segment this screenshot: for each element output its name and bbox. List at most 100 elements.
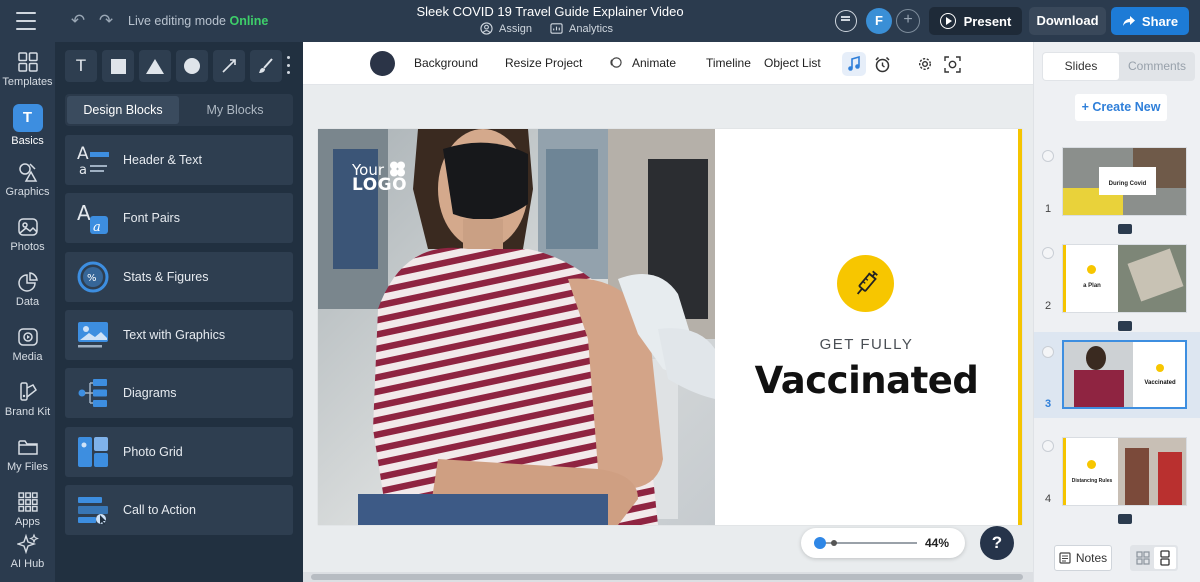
create-new-slide-button[interactable]: + Create New [1075, 94, 1167, 121]
block-label: Text with Graphics [123, 328, 226, 342]
rail-item-basics[interactable]: T Basics [0, 100, 55, 155]
block-text-with-graphics[interactable]: Text with Graphics [65, 310, 293, 360]
header-text-icon: Aa [77, 144, 109, 176]
svg-text:A: A [77, 202, 91, 225]
block-label: Font Pairs [123, 211, 180, 225]
download-button[interactable]: Download [1029, 7, 1106, 35]
alarm-clock-icon[interactable] [870, 52, 894, 76]
object-list-button[interactable]: Object List [764, 56, 821, 70]
stats-figures-icon: % [77, 261, 109, 293]
placeholder-logo[interactable]: Your LOGO [352, 161, 407, 194]
tab-comments[interactable]: Comments [1119, 53, 1195, 80]
block-label: Stats & Figures [123, 270, 209, 284]
slide-thumbnail-1[interactable]: During Covid [1062, 147, 1187, 216]
rail-label: Basics [11, 135, 44, 147]
brush-tool-icon[interactable] [250, 50, 282, 82]
current-slide[interactable]: Your LOGO GET FULLY Vaccinated [318, 129, 1022, 525]
tab-design-blocks[interactable]: Design Blocks [67, 96, 179, 124]
present-button[interactable]: Present [929, 7, 1022, 35]
rail-item-my-files[interactable]: My Files [0, 430, 55, 485]
text-with-graphics-icon [78, 322, 108, 348]
triangle-tool-icon[interactable] [139, 50, 171, 82]
rail-label: My Files [7, 461, 48, 473]
block-call-to-action[interactable]: Call to Action [65, 485, 293, 535]
notes-icon [1059, 552, 1071, 564]
rail-item-media[interactable]: Media [0, 320, 55, 375]
syringe-badge[interactable] [837, 255, 894, 312]
music-note-icon[interactable] [842, 52, 866, 76]
assign-user-icon [480, 22, 493, 35]
slide-thumbnail-3[interactable]: Vaccinated [1062, 340, 1187, 409]
animate-button[interactable]: Animate [632, 56, 676, 70]
share-button[interactable]: Share [1111, 7, 1189, 35]
chat-icon[interactable] [835, 10, 857, 32]
resize-project-button[interactable]: Resize Project [505, 56, 582, 70]
analytics-button[interactable]: Analytics [550, 22, 613, 35]
thumb-select-circle[interactable] [1042, 247, 1054, 259]
block-font-pairs[interactable]: Aa Font Pairs [65, 193, 293, 243]
font-pairs-icon: Aa [77, 202, 108, 234]
slide-heading[interactable]: Vaccinated [715, 359, 1018, 402]
photos-icon [17, 218, 38, 236]
background-color-swatch[interactable] [370, 51, 395, 76]
slide-number: 1 [1045, 203, 1052, 215]
project-title[interactable]: Sleek COVID 19 Travel Guide Explainer Vi… [360, 4, 740, 19]
top-bar: ↶ ↷ Live editing mode Online Sleek COVID… [0, 0, 1200, 42]
grid-view-icon[interactable] [1132, 547, 1154, 569]
settings-gear-icon[interactable] [913, 52, 937, 76]
rail-item-graphics[interactable]: Graphics [0, 155, 55, 210]
rail-item-ai-hub[interactable]: AI Hub [0, 527, 55, 582]
scrollbar-thumb[interactable] [311, 574, 1023, 580]
zoom-slider-handle[interactable] [814, 537, 826, 549]
slide-thumb-row-selected[interactable]: Vaccinated 3 [1034, 332, 1200, 418]
line-tool-icon[interactable] [213, 50, 245, 82]
rail-item-photos[interactable]: Photos [0, 210, 55, 265]
thumb-select-circle[interactable] [1042, 150, 1054, 162]
svg-text:a: a [93, 220, 101, 234]
block-stats-figures[interactable]: % Stats & Figures [65, 252, 293, 302]
rail-item-data[interactable]: Data [0, 265, 55, 320]
thumb-select-circle[interactable] [1042, 346, 1054, 358]
tab-my-blocks[interactable]: My Blocks [179, 96, 291, 124]
help-button[interactable]: ? [980, 526, 1014, 560]
undo-icon[interactable]: ↶ [68, 11, 88, 31]
tab-slides[interactable]: Slides [1043, 53, 1119, 80]
photo-grid-icon [78, 437, 108, 467]
apps-grid-icon [17, 492, 38, 512]
notes-button[interactable]: Notes [1054, 545, 1112, 571]
slide-subheading[interactable]: GET FULLY [715, 336, 1018, 353]
block-diagrams[interactable]: Diagrams [65, 368, 293, 418]
rail-item-brand-kit[interactable]: Brand Kit [0, 375, 55, 430]
present-label: Present [963, 13, 1012, 29]
transition-icon[interactable] [1118, 321, 1132, 331]
svg-text:%: % [87, 273, 97, 284]
user-avatar[interactable]: F [866, 8, 892, 34]
transition-icon[interactable] [1118, 514, 1132, 524]
transition-icon[interactable] [1118, 224, 1132, 234]
timeline-button[interactable]: Timeline [706, 56, 751, 70]
zoom-value[interactable]: 44% [925, 536, 949, 550]
rail-item-templates[interactable]: Templates [0, 45, 55, 100]
slides-panel-tabs: Slides Comments [1042, 52, 1195, 81]
block-photo-grid[interactable]: Photo Grid [65, 427, 293, 477]
slide-thumb-row[interactable]: During Covid 1 [1034, 146, 1200, 234]
add-collaborator-icon[interactable]: + [896, 9, 920, 33]
more-tools-icon[interactable] [287, 56, 291, 74]
slide-thumb-row[interactable]: Distancing Rules 4 [1034, 436, 1200, 524]
circle-tool-icon[interactable] [176, 50, 208, 82]
slide-thumbnail-4[interactable]: Distancing Rules [1062, 437, 1187, 506]
horizontal-scrollbar[interactable] [303, 572, 1033, 582]
hamburger-menu-icon[interactable] [16, 12, 36, 30]
block-header-text[interactable]: Aa Header & Text [65, 135, 293, 185]
graphics-icon [18, 163, 37, 182]
slide-thumb-row[interactable]: a Plan 2 [1034, 243, 1200, 331]
background-button[interactable]: Background [414, 56, 478, 70]
slide-thumbnail-2[interactable]: a Plan [1062, 244, 1187, 313]
square-tool-icon[interactable] [102, 50, 134, 82]
list-view-icon[interactable] [1154, 547, 1176, 569]
redo-icon[interactable]: ↷ [96, 11, 116, 31]
assign-button[interactable]: Assign [480, 22, 532, 35]
text-tool-icon[interactable]: T [65, 50, 97, 82]
thumb-select-circle[interactable] [1042, 440, 1054, 452]
screen-capture-icon[interactable] [940, 52, 964, 76]
